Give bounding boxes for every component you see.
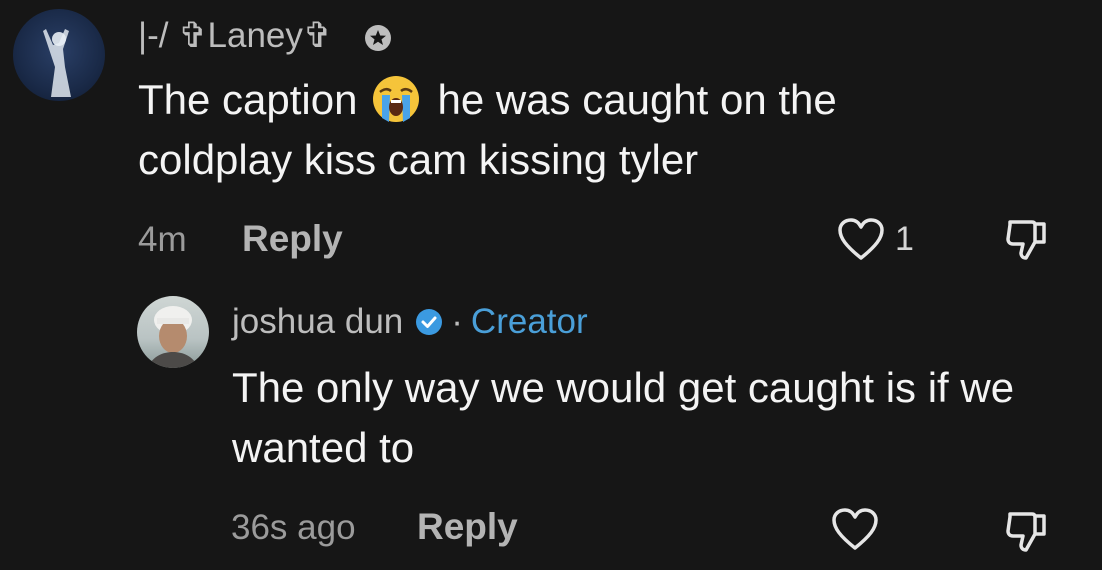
comment-time: 4m — [138, 220, 187, 259]
dislike-icon[interactable] — [1004, 506, 1048, 554]
reply-username[interactable]: joshua dun — [232, 302, 403, 342]
comment-text-part1: The caption — [138, 76, 358, 123]
creator-label: Creator — [470, 302, 588, 341]
heart-icon[interactable] — [836, 216, 886, 262]
reply-text: The only way we would get caught is if w… — [232, 364, 1015, 471]
comment-username[interactable]: |-/ ✞Laney✞ — [138, 16, 332, 56]
crying-face-emoji-icon — [373, 76, 420, 122]
heart-icon[interactable] — [830, 506, 880, 552]
comment-text: The caption he was caught on the coldpla… — [138, 70, 998, 190]
reply-header: joshua dun · Creator — [232, 302, 588, 342]
comment-reply-button[interactable]: Reply — [242, 218, 343, 260]
avatar-face-icon — [147, 306, 199, 368]
reply-reply-button[interactable]: Reply — [417, 506, 518, 548]
avatar-laney[interactable] — [13, 9, 105, 101]
separator-dot: · — [451, 302, 463, 341]
avatar-silhouette-icon — [43, 29, 71, 97]
like-count: 1 — [895, 220, 914, 258]
dislike-icon[interactable] — [1004, 214, 1048, 262]
verified-badge-icon — [416, 309, 443, 335]
avatar-joshua-dun[interactable] — [137, 296, 209, 368]
reply-time: 36s ago — [231, 508, 356, 547]
star-badge-icon — [365, 25, 391, 51]
